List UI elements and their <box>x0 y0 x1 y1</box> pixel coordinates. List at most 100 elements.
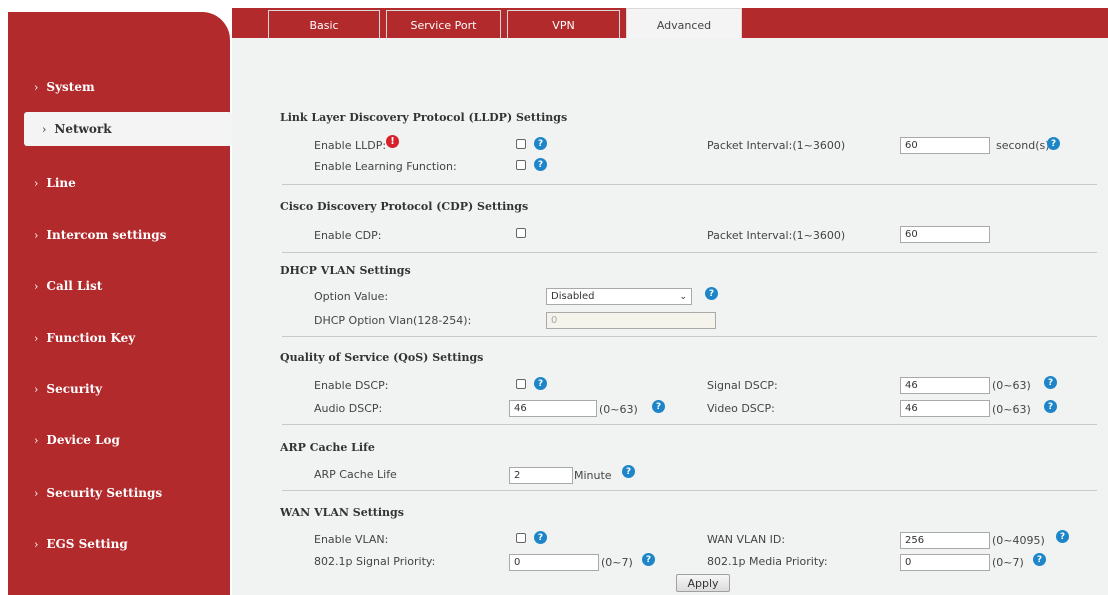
tab-basic[interactable]: Basic <box>268 10 380 40</box>
media-priority-label: 802.1p Media Priority: <box>707 555 828 568</box>
section-divider <box>282 336 1097 337</box>
enable-vlan-label: Enable VLAN: <box>314 533 389 546</box>
sidebar: › System › Network › Line › Intercom setting… <box>8 12 232 595</box>
sidebar-item-function-key[interactable]: › Function Key <box>8 321 230 355</box>
enable-lldp-label: Enable LLDP: <box>314 139 387 152</box>
sidebar-item-label: EGS Setting <box>46 537 128 551</box>
section-divider <box>282 490 1097 491</box>
chevron-right-icon: › <box>34 176 39 190</box>
enable-vlan-checkbox[interactable] <box>516 533 526 543</box>
tab-label: Advanced <box>656 18 712 32</box>
sidebar-item-label: System <box>46 80 95 94</box>
sidebar-item-call-list[interactable]: › Call List <box>8 269 230 303</box>
arp-cache-life-input[interactable] <box>509 467 573 484</box>
help-icon[interactable]: ? <box>1056 530 1069 543</box>
arp-cache-life-unit: Minute <box>574 469 612 482</box>
arp-section-title: ARP Cache Life <box>280 441 375 454</box>
chevron-right-icon: › <box>34 486 39 500</box>
sidebar-item-label: Security <box>46 382 103 396</box>
help-icon[interactable]: ? <box>642 553 655 566</box>
chevron-right-icon: › <box>42 122 47 136</box>
option-value-select[interactable]: Disabled ⌄ <box>546 288 692 305</box>
signal-dscp-label: Signal DSCP: <box>707 379 778 392</box>
tab-label: Basic <box>309 19 339 32</box>
wan-vlan-id-range: (0~4095) <box>992 534 1045 547</box>
sidebar-item-system[interactable]: › System <box>8 70 230 104</box>
dhcp-option-vlan-label: DHCP Option Vlan(128-254): <box>314 314 472 327</box>
apply-button[interactable]: Apply <box>676 574 730 592</box>
help-icon[interactable]: ? <box>1033 553 1046 566</box>
enable-learning-label: Enable Learning Function: <box>314 160 457 173</box>
sidebar-item-egs-setting[interactable]: › EGS Setting <box>8 527 230 561</box>
tab-label: Service Port <box>410 19 477 32</box>
chevron-down-icon: ⌄ <box>679 291 687 302</box>
sidebar-item-security-settings[interactable]: › Security Settings <box>8 476 230 510</box>
signal-priority-label: 802.1p Signal Priority: <box>314 555 436 568</box>
help-icon[interactable]: ? <box>705 287 718 300</box>
lldp-interval-input[interactable] <box>900 137 990 154</box>
help-icon[interactable]: ? <box>1044 400 1057 413</box>
section-divider <box>282 252 1097 253</box>
qos-section-title: Quality of Service (QoS) Settings <box>280 351 484 364</box>
media-priority-input[interactable] <box>900 554 990 571</box>
sidebar-item-network[interactable]: › Network <box>24 112 232 146</box>
video-dscp-label: Video DSCP: <box>707 402 775 415</box>
tab-service-port[interactable]: Service Port <box>386 10 501 40</box>
content-panel: Link Layer Discovery Protocol (LLDP) Set… <box>232 38 1108 595</box>
cdp-interval-label: Packet Interval:(1~3600) <box>707 229 846 242</box>
enable-dscp-label: Enable DSCP: <box>314 379 389 392</box>
help-icon[interactable]: ? <box>534 137 547 150</box>
wan-vlan-section-title: WAN VLAN Settings <box>280 506 404 519</box>
sidebar-item-label: Network <box>54 122 112 136</box>
signal-dscp-input[interactable] <box>900 377 990 394</box>
audio-dscp-input[interactable] <box>509 400 597 417</box>
enable-dscp-checkbox[interactable] <box>516 379 526 389</box>
enable-cdp-checkbox[interactable] <box>516 228 526 238</box>
tab-vpn[interactable]: VPN <box>507 10 620 40</box>
lldp-section-title: Link Layer Discovery Protocol (LLDP) Set… <box>280 111 568 124</box>
section-divider <box>282 184 1097 185</box>
section-divider <box>282 424 1097 425</box>
cdp-section-title: Cisco Discovery Protocol (CDP) Settings <box>280 200 529 213</box>
sidebar-item-security[interactable]: › Security <box>8 372 230 406</box>
sidebar-item-label: Function Key <box>46 331 136 345</box>
chevron-right-icon: › <box>34 228 39 242</box>
tab-advanced[interactable]: Advanced <box>626 8 742 41</box>
tab-label: VPN <box>552 19 575 32</box>
sidebar-item-label: Device Log <box>46 433 120 447</box>
arp-cache-life-label: ARP Cache Life <box>314 468 397 481</box>
sidebar-item-line[interactable]: › Line <box>8 166 230 200</box>
help-icon[interactable]: ? <box>534 158 547 171</box>
chevron-right-icon: › <box>34 331 39 345</box>
video-dscp-input[interactable] <box>900 400 990 417</box>
signal-priority-input[interactable] <box>509 554 599 571</box>
audio-dscp-label: Audio DSCP: <box>314 402 383 415</box>
chevron-right-icon: › <box>34 382 39 396</box>
help-icon[interactable]: ? <box>534 377 547 390</box>
signal-priority-range: (0~7) <box>601 556 633 569</box>
help-icon[interactable]: ? <box>622 465 635 478</box>
sidebar-item-device-log[interactable]: › Device Log <box>8 423 230 457</box>
lldp-interval-unit: second(s) <box>996 139 1050 152</box>
option-value-selected: Disabled <box>551 291 595 302</box>
sidebar-item-label: Call List <box>46 279 103 293</box>
media-priority-range: (0~7) <box>992 556 1024 569</box>
audio-dscp-range: (0~63) <box>599 403 638 416</box>
chevron-right-icon: › <box>34 279 39 293</box>
help-icon[interactable]: ? <box>1044 376 1057 389</box>
sidebar-item-label: Line <box>46 176 76 190</box>
video-dscp-range: (0~63) <box>992 403 1031 416</box>
chevron-right-icon: › <box>34 433 39 447</box>
dhcp-option-vlan-input[interactable] <box>546 312 716 329</box>
help-icon[interactable]: ? <box>1047 137 1060 150</box>
wan-vlan-id-label: WAN VLAN ID: <box>707 533 786 546</box>
sidebar-item-intercom-settings[interactable]: › Intercom settings <box>8 218 230 252</box>
help-icon[interactable]: ? <box>534 531 547 544</box>
wan-vlan-id-input[interactable] <box>900 532 990 549</box>
signal-dscp-range: (0~63) <box>992 379 1031 392</box>
cdp-interval-input[interactable] <box>900 226 990 243</box>
chevron-right-icon: › <box>34 80 39 94</box>
help-icon[interactable]: ? <box>652 400 665 413</box>
enable-lldp-checkbox[interactable] <box>516 139 526 149</box>
enable-learning-checkbox[interactable] <box>516 160 526 170</box>
